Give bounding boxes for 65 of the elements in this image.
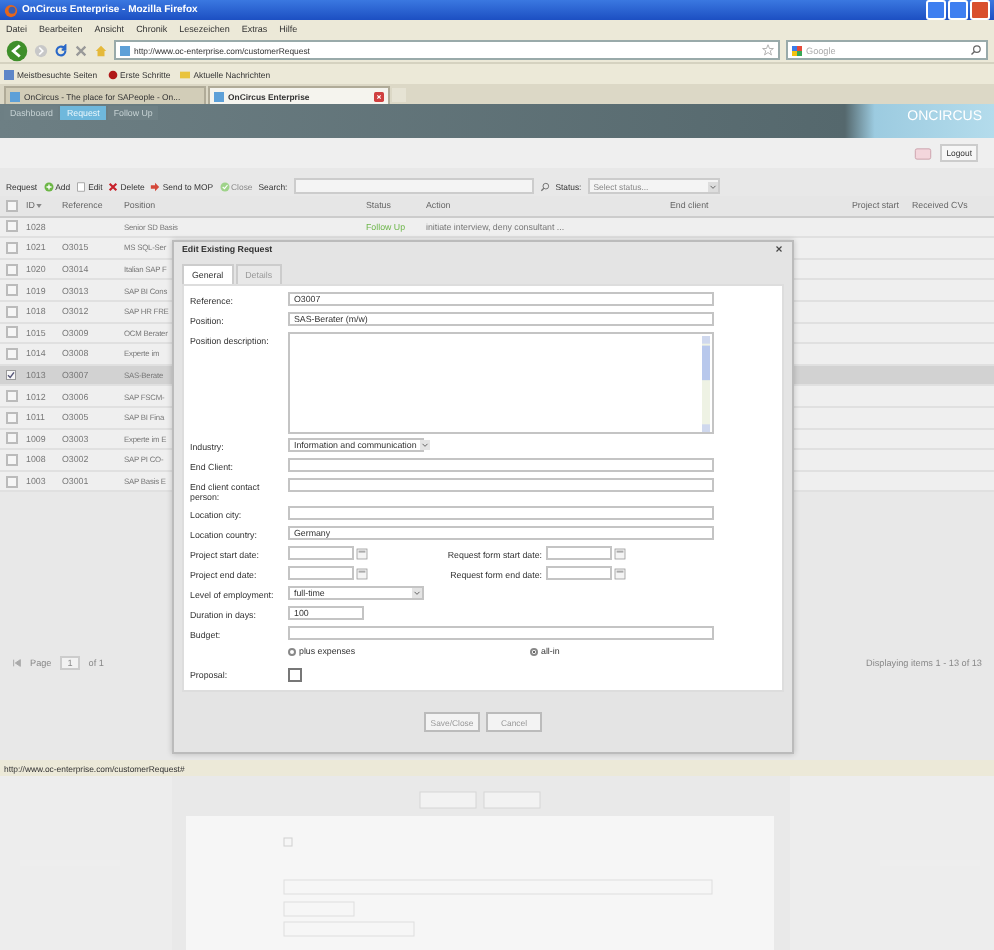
date-field[interactable]	[288, 566, 354, 581]
minimize-button[interactable]	[926, 0, 946, 20]
calendar-icon[interactable]	[614, 547, 626, 560]
date-field[interactable]	[546, 566, 612, 581]
calendar-icon[interactable]	[356, 567, 368, 580]
checkbox[interactable]	[288, 668, 301, 682]
row-checkbox[interactable]	[6, 347, 18, 360]
row-checkbox[interactable]	[6, 220, 18, 233]
row-checkbox[interactable]	[6, 326, 18, 339]
back-button[interactable]	[6, 39, 28, 62]
close-tab-icon[interactable]	[374, 91, 384, 101]
scrollbar[interactable]	[702, 336, 710, 432]
text-area[interactable]	[288, 332, 714, 434]
close-button[interactable]	[970, 0, 990, 20]
delete-icon	[108, 181, 119, 191]
maximize-button[interactable]	[948, 0, 968, 20]
text-field[interactable]	[288, 506, 714, 521]
text-field[interactable]	[288, 478, 714, 492]
keyboard-icon[interactable]	[914, 147, 933, 159]
reload-icon[interactable]	[54, 43, 68, 58]
row-checkbox[interactable]	[6, 453, 18, 466]
google-icon	[792, 45, 802, 56]
home-icon[interactable]	[94, 43, 108, 58]
search-icon[interactable]	[539, 181, 550, 191]
calendar-icon[interactable]	[356, 547, 368, 560]
calendar-icon[interactable]	[614, 567, 626, 580]
page-icon	[4, 69, 14, 80]
text-field[interactable]	[288, 626, 714, 641]
row-checkbox[interactable]	[6, 305, 18, 318]
star-icon[interactable]	[762, 44, 774, 57]
check-icon	[219, 181, 230, 191]
row-checkbox[interactable]	[6, 390, 18, 403]
caret-icon	[707, 181, 718, 191]
forward-button[interactable]	[34, 43, 48, 58]
arrow-icon	[150, 181, 161, 191]
row-checkbox[interactable]	[6, 263, 18, 276]
browser-logo-icon	[4, 3, 18, 17]
site-icon	[214, 91, 224, 101]
stop-icon[interactable]	[74, 43, 88, 58]
bug-icon	[107, 69, 118, 80]
date-field[interactable]	[546, 546, 612, 561]
radio-button[interactable]	[288, 647, 296, 656]
date-field[interactable]	[288, 546, 354, 561]
sort-icon	[36, 203, 43, 208]
site-icon	[10, 91, 20, 101]
row-checkbox[interactable]	[6, 475, 18, 488]
row-checkbox[interactable]	[6, 370, 16, 381]
plus-icon	[43, 181, 54, 191]
text-field[interactable]	[288, 458, 714, 472]
feed-icon	[180, 69, 191, 80]
select-all-checkbox[interactable]	[6, 199, 18, 212]
search-icon[interactable]	[970, 44, 982, 57]
caret-icon	[420, 440, 431, 450]
site-icon	[120, 45, 130, 56]
document-icon	[76, 181, 87, 191]
row-checkbox[interactable]	[6, 432, 18, 445]
row-checkbox[interactable]	[6, 411, 18, 424]
row-checkbox[interactable]	[6, 284, 18, 297]
radio-button[interactable]	[530, 647, 538, 656]
row-checkbox[interactable]	[6, 241, 18, 254]
new-tab-button[interactable]	[392, 88, 406, 102]
caret-icon	[411, 588, 421, 599]
search-field[interactable]	[293, 178, 534, 194]
first-page-icon[interactable]	[12, 657, 22, 667]
close-icon[interactable]	[774, 244, 784, 254]
